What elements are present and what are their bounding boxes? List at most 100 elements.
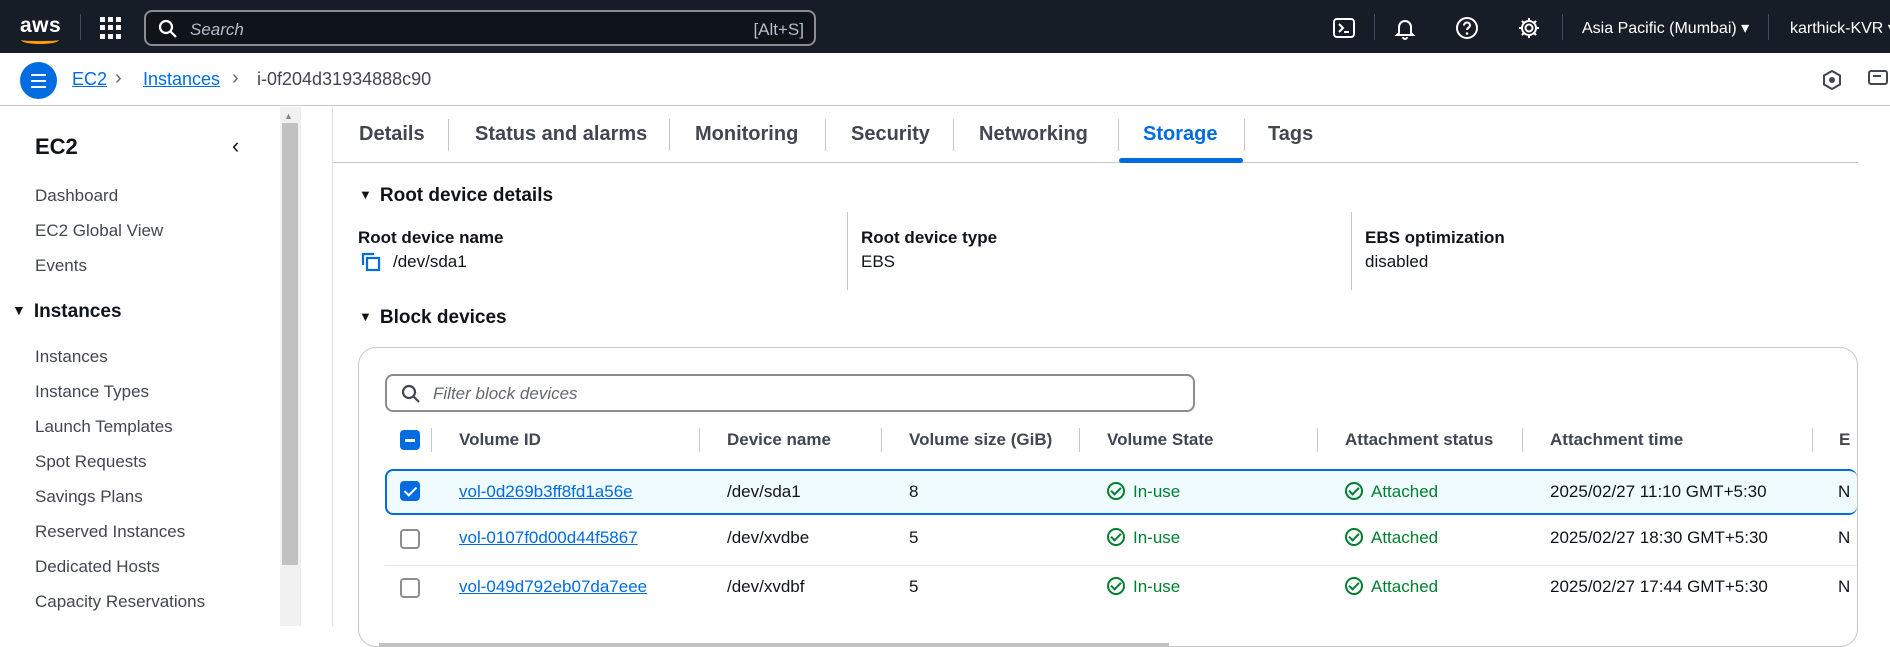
device-name: /dev/sda1 (727, 482, 801, 501)
volume-size: 5 (909, 577, 919, 596)
column-header-attachment-status[interactable]: Attachment status (1345, 430, 1493, 450)
sidebar-item-spot-requests[interactable]: Spot Requests (35, 452, 147, 472)
column-separator[interactable] (1522, 428, 1523, 452)
check-circle-icon (1107, 482, 1125, 500)
volume-state: In-use (1107, 482, 1180, 502)
sidebar-item-dashboard[interactable]: Dashboard (35, 186, 118, 206)
table-row[interactable]: vol-049d792eb07da7eee /dev/xvdbf 5 In-us… (385, 566, 1857, 612)
settings-hex-icon[interactable] (1822, 70, 1842, 90)
search-icon (158, 19, 177, 38)
attachment-status: Attached (1345, 482, 1438, 502)
root-device-type-label: Root device type (861, 228, 998, 247)
root-device-details-header[interactable]: ▼ Root device details (359, 185, 553, 207)
table-row[interactable]: vol-0107f0d00d44f5867 /dev/xvdbe 5 In-us… (385, 517, 1857, 563)
column-header-truncated[interactable]: E (1839, 430, 1850, 450)
chevron-right-icon: › (232, 67, 239, 89)
column-header-attachment-time[interactable]: Attachment time (1550, 430, 1683, 450)
column-separator (431, 428, 432, 452)
attachment-status-text: Attached (1371, 528, 1439, 547)
block-devices-table-container: Filter block devices Volume ID Device na… (358, 347, 1858, 647)
hamburger-menu-button[interactable] (20, 62, 57, 99)
column-header-volume-state[interactable]: Volume State (1107, 430, 1213, 450)
chevron-right-icon: › (115, 67, 122, 89)
select-all-checkbox[interactable] (400, 430, 420, 450)
volume-state: In-use (1107, 577, 1180, 597)
sidebar-item-launch-templates[interactable]: Launch Templates (35, 417, 173, 437)
cloudshell-icon[interactable] (1332, 16, 1356, 40)
attachment-status: Attached (1345, 528, 1438, 548)
column-divider (1351, 212, 1352, 290)
sidebar-item-instance-types[interactable]: Instance Types (35, 382, 149, 402)
volume-state: In-use (1107, 528, 1180, 548)
sidebar-section-instances[interactable]: ▼ Instances (12, 301, 122, 323)
breadcrumb-instances[interactable]: Instances (143, 69, 220, 90)
volume-size: 8 (909, 482, 919, 501)
instance-tabs: Details Status and alarms Monitoring Sec… (333, 107, 1858, 163)
filter-block-devices-input[interactable]: Filter block devices (385, 374, 1195, 412)
caret-down-icon: ▼ (359, 187, 372, 202)
sidebar-scrollbar-thumb[interactable] (282, 123, 298, 565)
gear-icon[interactable] (1517, 16, 1541, 40)
column-separator[interactable] (1317, 428, 1318, 452)
sidebar-item-instances[interactable]: Instances (35, 347, 108, 367)
column-separator[interactable] (881, 428, 882, 452)
global-search-input[interactable]: Search [Alt+S] (144, 10, 816, 46)
feedback-icon[interactable] (1868, 68, 1890, 90)
volume-id-link[interactable]: vol-049d792eb07da7eee (459, 577, 647, 597)
block-devices-header[interactable]: ▼ Block devices (359, 307, 507, 329)
help-icon[interactable] (1455, 16, 1479, 40)
column-header-device-name[interactable]: Device name (727, 430, 831, 450)
aws-logo[interactable]: aws (20, 14, 61, 44)
attachment-time: 2025/02/27 11:10 GMT+5:30 (1550, 482, 1767, 501)
attachment-time: 2025/02/27 18:30 GMT+5:30 (1550, 528, 1768, 547)
breadcrumb-ec2[interactable]: EC2 (72, 69, 107, 90)
copy-icon[interactable] (361, 252, 381, 272)
tab-security[interactable]: Security (851, 123, 930, 146)
row-checkbox[interactable] (400, 529, 420, 549)
scroll-up-arrow-icon[interactable]: ▲ (284, 111, 293, 121)
tab-separator (1118, 119, 1119, 151)
sidebar-item-savings-plans[interactable]: Savings Plans (35, 487, 143, 507)
nav-divider (1562, 14, 1563, 40)
aws-logo-smile (21, 36, 59, 44)
column-separator[interactable] (699, 428, 700, 452)
caret-down-icon: ▼ (359, 309, 372, 324)
breadcrumb: EC2 › Instances › i-0f204d31934888c90 (0, 53, 1890, 106)
tab-status-and-alarms[interactable]: Status and alarms (475, 123, 647, 146)
tab-details[interactable]: Details (359, 123, 425, 146)
sidebar-item-events[interactable]: Events (35, 256, 87, 276)
sidebar-item-ec2-global-view[interactable]: EC2 Global View (35, 221, 163, 241)
volume-id-link[interactable]: vol-0d269b3ff8fd1a56e (459, 482, 633, 502)
breadcrumb-current-instance: i-0f204d31934888c90 (257, 69, 432, 89)
volume-id-link[interactable]: vol-0107f0d00d44f5867 (459, 528, 638, 548)
tab-monitoring[interactable]: Monitoring (695, 123, 798, 146)
column-header-volume-size[interactable]: Volume size (GiB) (909, 430, 1052, 450)
row-checkbox[interactable] (400, 578, 420, 598)
region-selector[interactable]: Asia Pacific (Mumbai) ▾ (1582, 18, 1749, 38)
column-header-volume-id[interactable]: Volume ID (459, 430, 541, 450)
block-devices-title: Block devices (379, 307, 507, 328)
row-checkbox[interactable] (400, 481, 420, 501)
sidebar-item-dedicated-hosts[interactable]: Dedicated Hosts (35, 557, 160, 577)
tab-networking[interactable]: Networking (979, 123, 1088, 146)
truncated-cell: N (1838, 482, 1851, 501)
tab-tags[interactable]: Tags (1268, 123, 1313, 146)
tab-storage[interactable]: Storage (1143, 123, 1217, 146)
check-circle-icon (1345, 528, 1363, 546)
column-separator[interactable] (1079, 428, 1080, 452)
root-device-name-value: /dev/sda1 (393, 252, 467, 271)
nav-divider (1768, 14, 1769, 40)
sidebar-item-reserved-instances[interactable]: Reserved Instances (35, 522, 185, 542)
nav-divider (1374, 14, 1375, 40)
column-separator[interactable] (1812, 428, 1813, 452)
ebs-optimization-value: disabled (1365, 252, 1429, 271)
sidebar-item-capacity-reservations[interactable]: Capacity Reservations (35, 592, 205, 612)
collapse-sidebar-icon[interactable]: ‹ (232, 133, 239, 159)
services-grid-icon[interactable] (100, 17, 122, 39)
table-row[interactable]: vol-0d269b3ff8fd1a56e /dev/sda1 8 In-use… (385, 469, 1857, 515)
volume-size: 5 (909, 528, 919, 547)
account-menu[interactable]: karthick-KVR ▾ (1790, 18, 1890, 38)
check-circle-icon (1345, 577, 1363, 595)
bell-icon[interactable] (1393, 16, 1417, 40)
table-horizontal-scrollbar[interactable] (379, 643, 1169, 647)
